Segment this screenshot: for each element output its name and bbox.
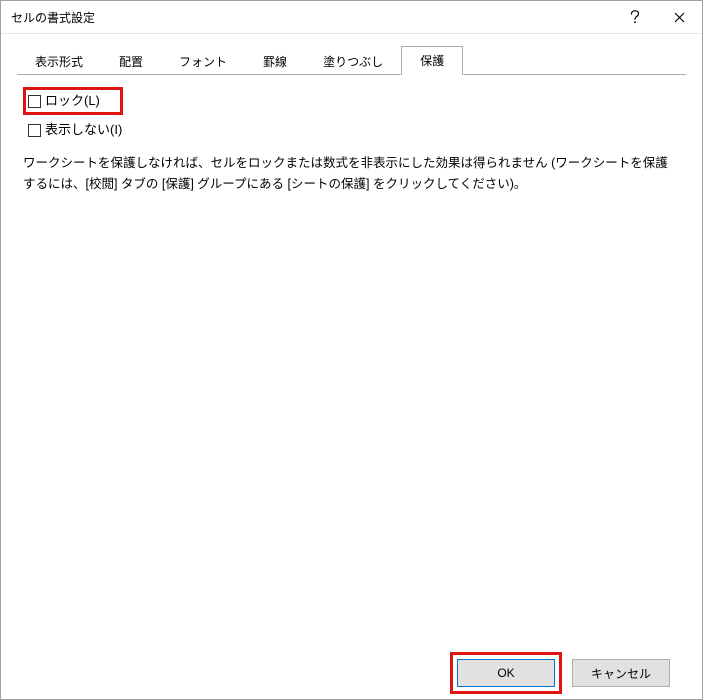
tab-content-protection: ロック(L) 表示しない(I) ワークシートを保護しなければ、セルをロックまたは…	[17, 75, 686, 647]
help-button[interactable]	[612, 1, 657, 33]
lock-checkbox[interactable]	[28, 95, 41, 108]
tab-protection[interactable]: 保護	[401, 46, 463, 75]
tab-strip: 表示形式 配置 フォント 罫線 塗りつぶし 保護	[17, 46, 686, 75]
close-icon	[674, 12, 685, 23]
hide-checkbox-row[interactable]: 表示しない(I)	[28, 121, 680, 139]
annotation-highlight-ok: OK	[450, 652, 562, 694]
annotation-highlight-lock: ロック(L)	[23, 87, 123, 115]
hide-checkbox-label: 表示しない(I)	[45, 121, 122, 139]
dialog-body: 表示形式 配置 フォント 罫線 塗りつぶし 保護 ロック(L)	[1, 34, 702, 699]
help-icon	[630, 10, 640, 24]
ok-button[interactable]: OK	[457, 659, 555, 687]
tab-alignment[interactable]: 配置	[101, 48, 161, 75]
window-title: セルの書式設定	[11, 9, 612, 26]
dialog-buttons: OK キャンセル	[17, 647, 686, 699]
cancel-button[interactable]: キャンセル	[572, 659, 670, 687]
tab-border[interactable]: 罫線	[245, 48, 305, 75]
titlebar: セルの書式設定	[1, 1, 702, 34]
tab-font[interactable]: フォント	[161, 48, 245, 75]
dialog-window: セルの書式設定 表示形式 配置 フォント 罫線 塗りつぶし 保護	[0, 0, 703, 700]
lock-checkbox-row[interactable]: ロック(L)	[28, 92, 100, 110]
protection-description: ワークシートを保護しなければ、セルをロックまたは数式を非表示にした効果は得られま…	[23, 153, 680, 196]
close-button[interactable]	[657, 1, 702, 33]
hide-checkbox[interactable]	[28, 124, 41, 137]
lock-checkbox-label: ロック(L)	[45, 92, 100, 110]
tab-format[interactable]: 表示形式	[17, 48, 101, 75]
tab-fill[interactable]: 塗りつぶし	[305, 48, 401, 75]
